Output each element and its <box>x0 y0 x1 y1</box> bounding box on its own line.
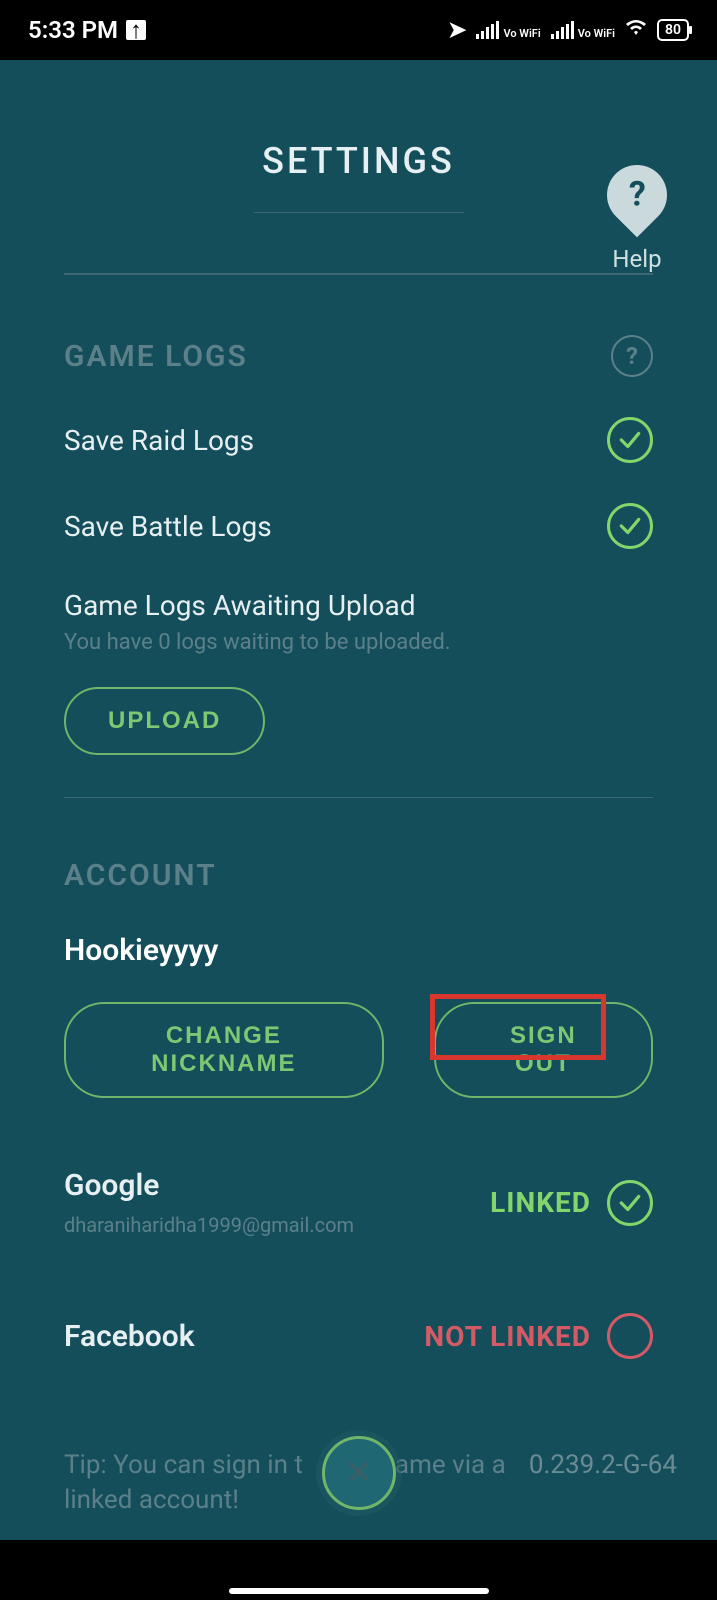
facebook-label: Facebook <box>64 1319 195 1354</box>
facebook-status: NOT LINKED <box>424 1313 653 1359</box>
game-logs-help-icon[interactable]: ? <box>611 335 653 377</box>
checkmark-icon <box>617 427 643 453</box>
wifi-icon <box>625 18 647 42</box>
status-right: ➤ Vo WiFi Vo WiFi 80 <box>448 18 689 43</box>
google-row[interactable]: Google dharaniharidha1999@gmail.com LINK… <box>64 1168 653 1237</box>
header: SETTINGS ? Help <box>0 60 717 213</box>
tip-segment: linked account! <box>64 1485 239 1515</box>
game-logs-header: GAME LOGS ? <box>64 335 653 377</box>
divider <box>64 797 653 798</box>
question-mark-icon: ? <box>629 175 646 215</box>
save-battle-logs-row[interactable]: Save Battle Logs <box>64 503 653 549</box>
google-status: LINKED <box>490 1180 653 1226</box>
save-battle-logs-toggle[interactable] <box>607 503 653 549</box>
location-icon: ➤ <box>448 18 466 43</box>
close-icon: ✕ <box>344 1453 373 1493</box>
vowifi-label-2: Vo WiFi <box>578 28 615 39</box>
signal-2: Vo WiFi <box>551 21 615 39</box>
version-text: 0.239.2-G-64 <box>529 1450 677 1480</box>
upload-button[interactable]: UPLOAD <box>64 687 265 755</box>
tip-segment: game via a <box>380 1450 505 1480</box>
content: GAME LOGS ? Save Raid Logs Save Battle L… <box>0 273 717 1359</box>
facebook-row[interactable]: Facebook NOT LINKED <box>64 1313 653 1359</box>
account-nickname: Hookieyyyy <box>64 933 653 968</box>
signal-1: Vo WiFi <box>476 21 540 39</box>
help-bubble-icon: ? <box>595 153 680 238</box>
upload-indicator-icon: ↑ <box>126 20 146 40</box>
battery-indicator: 80 <box>657 19 689 41</box>
save-raid-logs-label: Save Raid Logs <box>64 424 254 457</box>
account-title: ACCOUNT <box>64 858 217 893</box>
awaiting-upload-sub: You have 0 logs waiting to be uploaded. <box>64 630 653 655</box>
google-email: dharaniharidha1999@gmail.com <box>64 1213 354 1237</box>
title-underline <box>254 212 464 213</box>
help-button[interactable]: ? Help <box>607 165 667 273</box>
change-nickname-button[interactable]: CHANGE NICKNAME <box>64 1002 384 1098</box>
save-raid-logs-toggle[interactable] <box>607 417 653 463</box>
close-button[interactable]: ✕ <box>322 1436 396 1510</box>
google-linked-icon <box>607 1180 653 1226</box>
facebook-unlinked-icon <box>607 1313 653 1359</box>
linked-text: LINKED <box>490 1186 591 1219</box>
game-logs-title: GAME LOGS <box>64 339 248 374</box>
google-label: Google <box>64 1168 354 1203</box>
save-raid-logs-row[interactable]: Save Raid Logs <box>64 417 653 463</box>
checkmark-icon <box>617 513 643 539</box>
help-label: Help <box>607 245 667 273</box>
save-battle-logs-label: Save Battle Logs <box>64 510 272 543</box>
vowifi-label-1: Vo WiFi <box>503 28 540 39</box>
sign-out-button[interactable]: SIGN OUT <box>434 1002 653 1098</box>
sign-out-wrap: SIGN OUT <box>434 1002 653 1098</box>
status-time: 5:33 PM <box>28 16 118 44</box>
account-buttons: CHANGE NICKNAME SIGN OUT <box>64 1002 653 1098</box>
account-header: ACCOUNT <box>64 858 653 893</box>
status-left: 5:33 PM ↑ <box>28 16 146 44</box>
not-linked-text: NOT LINKED <box>424 1320 591 1353</box>
checkmark-icon <box>617 1190 643 1216</box>
gesture-bar <box>229 1588 489 1594</box>
settings-screen: SETTINGS ? Help GAME LOGS ? Save Raid Lo… <box>0 60 717 1540</box>
awaiting-upload-block: Game Logs Awaiting Upload You have 0 log… <box>64 589 653 655</box>
status-bar: 5:33 PM ↑ ➤ Vo WiFi Vo WiFi 80 <box>0 0 717 60</box>
awaiting-upload-title: Game Logs Awaiting Upload <box>64 589 653 622</box>
tip-segment: Tip: You can sign in t <box>64 1450 303 1480</box>
divider <box>64 273 653 275</box>
